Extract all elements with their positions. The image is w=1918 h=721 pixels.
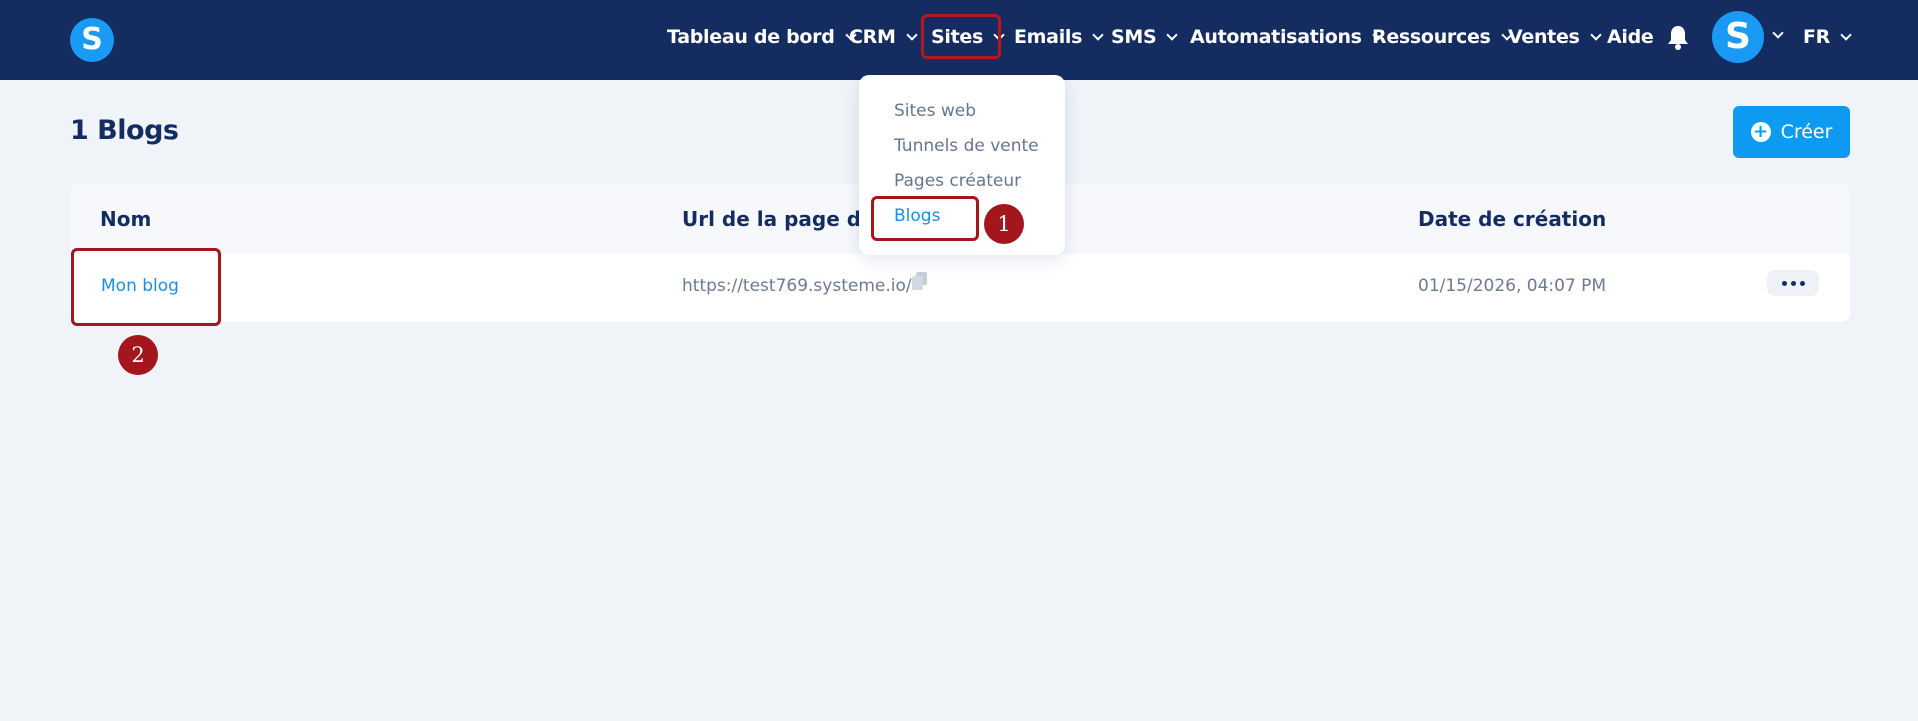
column-header-name: Nom <box>100 207 152 231</box>
column-header-date: Date de création <box>1418 207 1607 231</box>
nav-sites[interactable]: Sites <box>931 22 1005 52</box>
chevron-down-icon <box>1589 28 1602 41</box>
nav-ressources[interactable]: Ressources <box>1372 22 1513 52</box>
nav-aide[interactable]: Aide <box>1607 22 1654 52</box>
chevron-down-icon <box>905 28 918 41</box>
bell-icon[interactable] <box>1666 24 1690 50</box>
top-navbar: S Tableau de bord CRM Sites Emails SMS A… <box>0 0 1918 80</box>
menu-item-sites-web[interactable]: Sites web <box>894 101 976 121</box>
copy-icon[interactable] <box>912 272 928 290</box>
nav-ventes[interactable]: Ventes <box>1508 22 1602 52</box>
nav-emails[interactable]: Emails <box>1014 22 1104 52</box>
language-selector[interactable]: FR <box>1803 22 1852 52</box>
sites-dropdown-menu: Sites web Tunnels de vente Pages créateu… <box>859 75 1065 255</box>
page-title: 1 Blogs <box>70 115 179 146</box>
table-row: Mon blog https://test769.systeme.io/ 01/… <box>70 254 1850 322</box>
avatar-chevron-down-icon[interactable] <box>1772 27 1784 39</box>
create-button[interactable]: + Créer <box>1733 106 1850 158</box>
blog-name-link[interactable]: Mon blog <box>101 276 179 296</box>
plus-circle-icon: + <box>1750 122 1771 142</box>
blog-created-date: 01/15/2026, 04:07 PM <box>1418 276 1607 296</box>
menu-item-blogs[interactable]: Blogs <box>894 206 940 226</box>
chevron-down-icon <box>1840 28 1852 41</box>
chevron-down-icon <box>1166 28 1179 41</box>
more-dots-icon <box>1781 280 1787 286</box>
systeme-logo[interactable]: S <box>70 18 114 62</box>
row-actions-button[interactable] <box>1767 270 1819 296</box>
menu-item-tunnels-de-vente[interactable]: Tunnels de vente <box>894 136 1039 156</box>
nav-sms[interactable]: SMS <box>1111 22 1179 52</box>
menu-item-pages-createur[interactable]: Pages créateur <box>894 171 1021 191</box>
column-header-url: Url de la page d'a <box>682 207 881 231</box>
chevron-down-icon <box>1092 28 1104 41</box>
blog-url: https://test769.systeme.io/ <box>682 276 912 296</box>
user-avatar[interactable]: S <box>1712 11 1764 63</box>
chevron-down-icon <box>993 28 1005 41</box>
step-badge-2: 2 <box>118 335 158 375</box>
nav-tableau-de-bord[interactable]: Tableau de bord <box>667 22 857 52</box>
step-badge-1: 1 <box>984 204 1024 244</box>
nav-crm[interactable]: CRM <box>849 22 918 52</box>
nav-automatisations[interactable]: Automatisations <box>1190 22 1384 52</box>
